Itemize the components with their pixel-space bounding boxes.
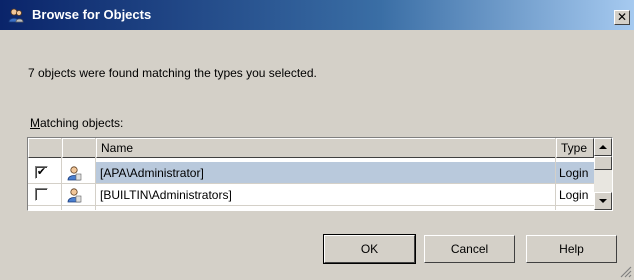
- close-icon: ✕: [616, 10, 628, 24]
- list-item[interactable]: [BUILTIN\Administrators] Login: [28, 184, 594, 206]
- row-checkbox[interactable]: ✔: [35, 166, 48, 179]
- scroll-down-button[interactable]: [594, 192, 612, 210]
- icon-cell: [62, 184, 96, 206]
- row-type: Login: [556, 162, 594, 184]
- close-button[interactable]: ✕: [614, 10, 630, 25]
- user-login-icon: [67, 166, 82, 181]
- check-cell: [28, 184, 62, 206]
- grid-line: [555, 138, 556, 210]
- column-header-check[interactable]: [28, 138, 62, 158]
- label-text: atching objects:: [40, 116, 124, 130]
- resize-grip-icon[interactable]: [618, 264, 632, 278]
- cancel-button[interactable]: Cancel: [424, 235, 515, 263]
- icon-cell: [62, 162, 96, 184]
- arrow-up-icon: [599, 145, 607, 149]
- accelerator-key: M: [30, 116, 40, 130]
- matching-objects-label: Matching objects:: [30, 116, 123, 130]
- row-checkbox[interactable]: [35, 188, 48, 201]
- grid-line: [28, 183, 594, 184]
- grid-line: [95, 138, 96, 210]
- results-summary: 7 objects were found matching the types …: [28, 66, 317, 80]
- list-item[interactable]: ✔ [APA\Administrator] Login: [28, 162, 594, 184]
- grid-line: [28, 205, 594, 206]
- ok-button[interactable]: OK: [323, 234, 416, 264]
- row-type: Login: [559, 188, 589, 202]
- matching-objects-list[interactable]: Name Type ✔ [APA\Administrator] Login [B…: [27, 137, 613, 211]
- users-icon: [8, 8, 24, 23]
- grid-line: [61, 138, 62, 210]
- row-name: [BUILTIN\Administrators]: [100, 188, 232, 202]
- row-name: [APA\Administrator]: [96, 162, 556, 184]
- arrow-down-icon: [599, 199, 607, 203]
- column-header-name[interactable]: Name: [96, 138, 556, 158]
- scroll-up-button[interactable]: [594, 138, 612, 156]
- column-header-icon[interactable]: [62, 138, 96, 158]
- help-button[interactable]: Help: [526, 235, 617, 263]
- check-cell: ✔: [28, 162, 62, 184]
- window-title: Browse for Objects: [32, 7, 152, 22]
- browse-for-objects-dialog: Browse for Objects ✕ 7 objects were foun…: [0, 0, 634, 280]
- vertical-scrollbar[interactable]: [594, 138, 612, 210]
- title-bar[interactable]: Browse for Objects ✕: [0, 0, 634, 30]
- scroll-thumb[interactable]: [594, 156, 612, 170]
- column-header-type[interactable]: Type: [556, 138, 594, 158]
- user-login-icon: [67, 188, 82, 203]
